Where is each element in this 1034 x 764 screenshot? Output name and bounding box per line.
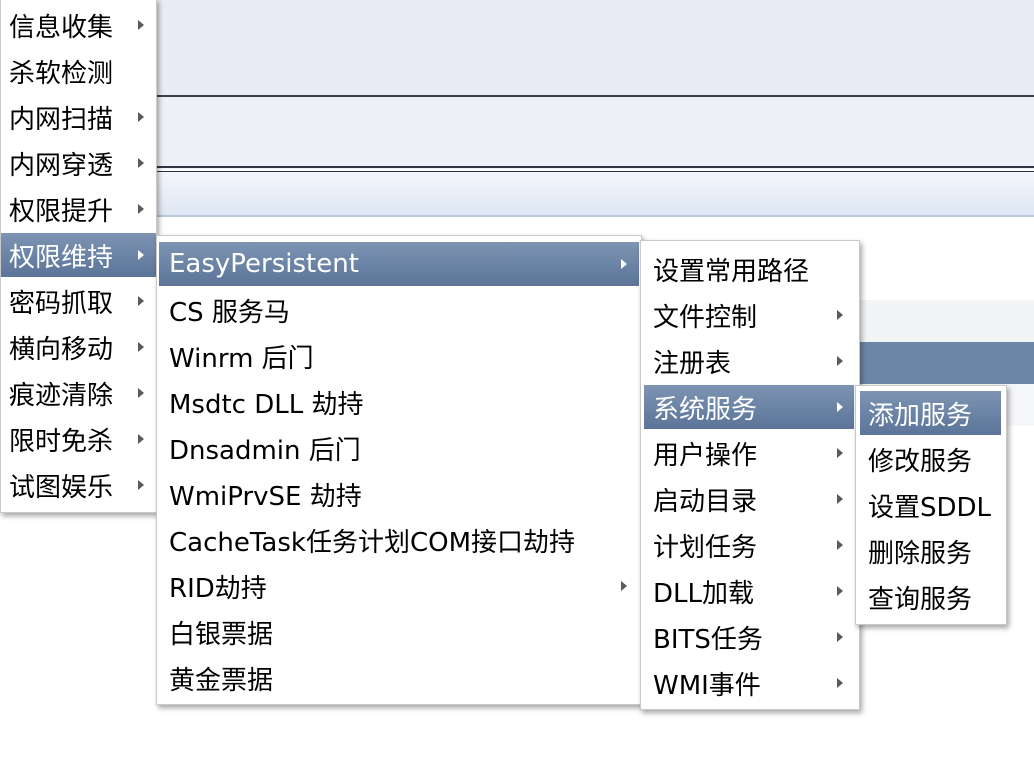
persistence-menu-item[interactable]: CS 服务马 <box>157 288 641 332</box>
system-service-submenu: 添加服务修改服务设置SDDL 删除服务查询服务 <box>855 385 1007 625</box>
menu-item-label: CS 服务马 <box>169 297 290 328</box>
menu-item-label: 添加服务 <box>868 400 973 431</box>
menu-item-label: 删除服务 <box>868 538 973 569</box>
persistence-menu-item[interactable]: 黄金票据 <box>157 656 641 700</box>
menu-item-label: Dnsadmin 后门 <box>169 435 361 466</box>
menu-item-label: 内网扫描 <box>9 104 114 135</box>
submenu-arrow-icon <box>837 402 843 412</box>
service-menu-item[interactable]: 设置SDDL <box>856 483 1006 527</box>
submenu-arrow-icon <box>138 434 144 444</box>
service-menu-item[interactable]: 修改服务 <box>856 437 1006 481</box>
persistence-menu-item[interactable]: CacheTask任务计划COM接口劫持 <box>157 518 641 562</box>
easypersistent-menu-item[interactable]: 计划任务 <box>641 523 859 567</box>
menu-item-label: 密码抓取 <box>9 288 114 319</box>
menu-item-label: 设置常用路径 <box>653 256 810 287</box>
easypersistent-menu-item[interactable]: 系统服务 <box>644 385 854 429</box>
service-menu-item[interactable]: 添加服务 <box>860 391 1001 435</box>
persistence-submenu: EasyPersistent CS 服务马 Winrm 后门 Msdtc DLL 劫持… <box>156 235 642 705</box>
menu-item-label: 权限提升 <box>9 196 114 227</box>
menu-item-label: 试图娱乐 <box>9 472 114 503</box>
menu-item-label: BITS任务 <box>653 624 763 655</box>
submenu-arrow-icon <box>621 259 627 269</box>
submenu-arrow-icon <box>138 20 144 30</box>
persistence-menu-item[interactable]: 白银票据 <box>157 610 641 654</box>
easypersistent-menu-item[interactable]: 用户操作 <box>641 431 859 475</box>
menu-item-label: 注册表 <box>653 348 732 379</box>
menu-item-label: RID劫持 <box>169 573 267 604</box>
main-menu-item[interactable]: 痕迹清除 <box>1 371 156 415</box>
menu-item-label: 黄金票据 <box>169 665 274 696</box>
menu-item-label: WmiPrvSE 劫持 <box>169 481 362 512</box>
menu-item-label: 权限维持 <box>9 242 114 273</box>
easypersistent-menu-item[interactable]: DLL加载 <box>641 569 859 613</box>
main-menu-item[interactable]: 试图娱乐 <box>1 463 156 507</box>
menu-item-label: Winrm 后门 <box>169 343 314 374</box>
menu-item-label: 横向移动 <box>9 334 114 365</box>
menu-item-label: EasyPersistent <box>169 249 359 279</box>
submenu-arrow-icon <box>138 204 144 214</box>
submenu-arrow-icon <box>138 250 144 260</box>
menu-item-label: 计划任务 <box>653 532 758 563</box>
easypersistent-menu-item[interactable]: WMI事件 <box>641 661 859 705</box>
submenu-arrow-icon <box>837 494 843 504</box>
persistence-menu-item[interactable]: Msdtc DLL 劫持 <box>157 380 641 424</box>
submenu-arrow-icon <box>138 342 144 352</box>
main-menu-item[interactable]: 信息收集 <box>1 3 156 47</box>
submenu-arrow-icon <box>138 296 144 306</box>
menu-item-label: 限时免杀 <box>9 426 114 457</box>
easypersistent-menu-item[interactable]: 注册表 <box>641 339 859 383</box>
main-menu-item[interactable]: 内网扫描 <box>1 95 156 139</box>
menu-item-label: DLL加载 <box>653 578 754 609</box>
submenu-arrow-icon <box>621 581 627 591</box>
submenu-arrow-icon <box>837 310 843 320</box>
submenu-arrow-icon <box>837 632 843 642</box>
easypersistent-submenu: 设置常用路径 文件控制注册表系统服务用户操作启动目录计划任务 DLL加载 BITS任务… <box>640 240 860 710</box>
menu-item-label: 白银票据 <box>169 619 274 650</box>
submenu-arrow-icon <box>138 112 144 122</box>
main-menu-item[interactable]: 限时免杀 <box>1 417 156 461</box>
submenu-arrow-icon <box>837 356 843 366</box>
submenu-arrow-icon <box>837 678 843 688</box>
menu-item-label: 设置SDDL <box>868 492 992 523</box>
easypersistent-menu-item[interactable]: 设置常用路径 <box>641 247 859 291</box>
menu-item-label: 用户操作 <box>653 440 758 471</box>
persistence-menu-item[interactable]: Dnsadmin 后门 <box>157 426 641 470</box>
main-menu-item[interactable]: 杀软检测 <box>1 49 156 93</box>
main-menu-item[interactable]: 密码抓取 <box>1 279 156 323</box>
submenu-arrow-icon <box>837 540 843 550</box>
menu-item-label: 启动目录 <box>653 486 758 517</box>
main-menu-item[interactable]: 横向移动 <box>1 325 156 369</box>
service-menu-item[interactable]: 查询服务 <box>856 575 1006 619</box>
submenu-arrow-icon <box>138 480 144 490</box>
main-menu-item[interactable]: 权限维持 <box>1 233 156 277</box>
menu-item-label: 系统服务 <box>653 394 758 425</box>
submenu-arrow-icon <box>837 448 843 458</box>
persistence-menu-item[interactable]: Winrm 后门 <box>157 334 641 378</box>
easypersistent-menu-item[interactable]: BITS任务 <box>641 615 859 659</box>
menu-item-label: CacheTask任务计划COM接口劫持 <box>169 527 576 558</box>
persistence-menu-item[interactable]: RID劫持 <box>157 564 641 608</box>
menu-item-label: 内网穿透 <box>9 150 114 181</box>
persistence-menu-item[interactable]: EasyPersistent <box>159 242 639 286</box>
easypersistent-menu-item[interactable]: 启动目录 <box>641 477 859 521</box>
main-context-menu: 信息收集杀软检测内网扫描内网穿透权限提升权限维持密码抓取横向移动痕迹清除限时免杀… <box>0 0 157 513</box>
menu-item-label: 杀软检测 <box>9 58 114 89</box>
persistence-menu-item[interactable]: WmiPrvSE 劫持 <box>157 472 641 516</box>
main-menu-item[interactable]: 内网穿透 <box>1 141 156 185</box>
submenu-arrow-icon <box>138 158 144 168</box>
menu-item-label: WMI事件 <box>653 670 761 701</box>
menu-item-label: 修改服务 <box>868 446 973 477</box>
menu-item-label: 文件控制 <box>653 302 758 333</box>
submenu-arrow-icon <box>837 586 843 596</box>
menu-item-label: 信息收集 <box>9 12 114 43</box>
main-menu-item[interactable]: 权限提升 <box>1 187 156 231</box>
easypersistent-menu-item[interactable]: 文件控制 <box>641 293 859 337</box>
submenu-arrow-icon <box>138 388 144 398</box>
menu-item-label: 查询服务 <box>868 584 973 615</box>
service-menu-item[interactable]: 删除服务 <box>856 529 1006 573</box>
menu-item-label: 痕迹清除 <box>9 380 114 411</box>
menu-item-label: Msdtc DLL 劫持 <box>169 389 364 420</box>
